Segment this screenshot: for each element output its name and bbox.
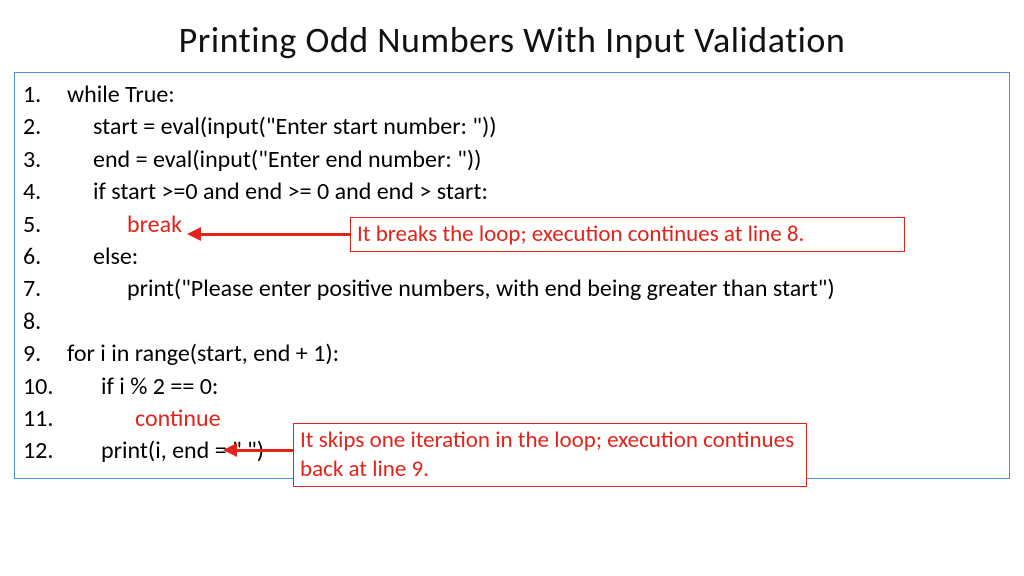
- code-line: 4. if start >=0 and end >= 0 and end > s…: [23, 176, 1001, 208]
- code-line: 9. for i in range(start, end + 1):: [23, 338, 1001, 370]
- code-text: while True:: [67, 79, 175, 111]
- code-line: 3. end = eval(input("Enter end number: "…: [23, 144, 1001, 176]
- code-text: start = eval(input("Enter start number: …: [67, 111, 497, 143]
- code-text: for i in range(start, end + 1):: [67, 338, 339, 370]
- line-number: 2.: [23, 111, 67, 143]
- callout-continue: It skips one iteration in the loop; exec…: [293, 423, 807, 487]
- code-text: print(i, end = " "): [75, 435, 264, 467]
- code-text: print("Please enter positive numbers, wi…: [67, 273, 835, 305]
- code-listing: 1. while True: 2. start = eval(input("En…: [14, 72, 1010, 479]
- slide: Printing Odd Numbers With Input Validati…: [0, 0, 1024, 576]
- code-line: 8.: [23, 306, 1001, 338]
- line-number: 12.: [23, 435, 75, 467]
- page-title: Printing Odd Numbers With Input Validati…: [14, 18, 1010, 62]
- line-number: 4.: [23, 176, 67, 208]
- line-number: 5.: [23, 209, 67, 241]
- line-number: 8.: [23, 306, 67, 338]
- keyword-continue: continue: [75, 403, 221, 435]
- code-line: 2. start = eval(input("Enter start numbe…: [23, 111, 1001, 143]
- line-number: 11.: [23, 403, 75, 435]
- line-number: 7.: [23, 273, 67, 305]
- code-line: 1. while True:: [23, 79, 1001, 111]
- code-text: if start >=0 and end >= 0 and end > star…: [67, 176, 488, 208]
- code-text: end = eval(input("Enter end number: ")): [67, 144, 481, 176]
- line-number: 6.: [23, 241, 67, 273]
- code-text: if i % 2 == 0:: [75, 371, 218, 403]
- line-number: 10.: [23, 371, 75, 403]
- keyword-break: break: [67, 209, 182, 241]
- code-line: 10. if i % 2 == 0:: [23, 371, 1001, 403]
- callout-break: It breaks the loop; execution continues …: [350, 217, 905, 252]
- code-text: else:: [67, 241, 138, 273]
- code-line: 7. print("Please enter positive numbers,…: [23, 273, 1001, 305]
- line-number: 3.: [23, 144, 67, 176]
- line-number: 9.: [23, 338, 67, 370]
- line-number: 1.: [23, 79, 67, 111]
